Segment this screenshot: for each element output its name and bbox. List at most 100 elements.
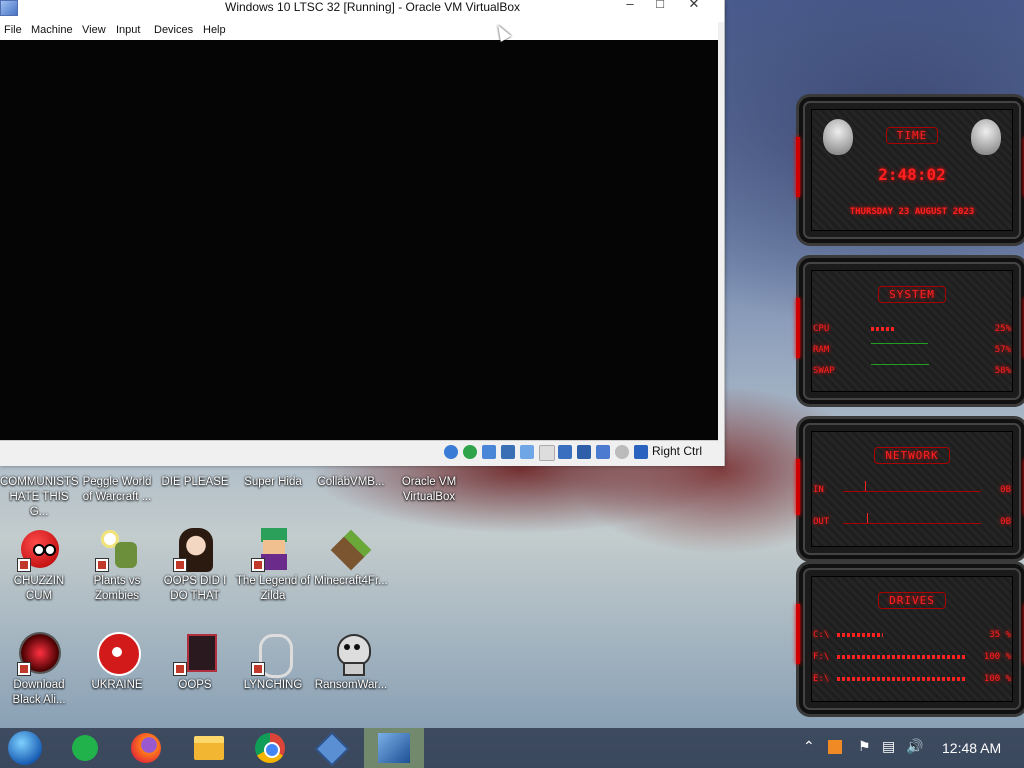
- drive-e-label: E:\: [813, 674, 830, 684]
- mouse-integration-icon[interactable]: [615, 445, 629, 459]
- show-hidden-icons-button[interactable]: ⌃: [803, 738, 815, 755]
- vm-display[interactable]: [0, 40, 718, 440]
- desktop-icon-label: CollabVMB...: [317, 476, 385, 488]
- time-widget: TIME 2:48:02 THURSDAY 23 AUGUST 2023: [796, 94, 1024, 246]
- drive-f-value: 100 %: [983, 652, 1011, 662]
- volume-icon[interactable]: 🔊: [906, 738, 923, 755]
- host-key-icon[interactable]: [634, 445, 648, 459]
- action-center-flag-icon[interactable]: ⚑: [858, 738, 871, 755]
- tray-app-icon[interactable]: [828, 740, 842, 754]
- maximize-button[interactable]: □: [648, 0, 672, 11]
- desktop-icon-label: DIE PLEASE: [161, 476, 229, 488]
- display-icon[interactable]: [558, 445, 572, 459]
- desktop-icon-super-hida[interactable]: Super Hida: [234, 475, 312, 490]
- menu-view[interactable]: View: [82, 24, 106, 36]
- minimize-button[interactable]: –: [618, 0, 642, 11]
- plants-vs-zombies-icon: [95, 528, 139, 572]
- radiation-icon: [95, 632, 141, 676]
- network-widget: NETWORK IN 0B OUT 0B: [796, 416, 1024, 562]
- taskbar-chrome[interactable]: [242, 728, 302, 768]
- taskbar: ⌃ ⚑ ▤ 🔊 12:48 AM: [0, 728, 1024, 768]
- desktop-icon-label: RansomWar...: [314, 679, 388, 691]
- drive-c-bar: [837, 633, 883, 637]
- windows-10-vm-icon: [378, 733, 410, 763]
- virtualbox-icon: [315, 732, 349, 766]
- drive-e-value: 100 %: [983, 674, 1011, 684]
- folder-icon: [194, 736, 224, 760]
- desktop-icon-virtualbox[interactable]: Oracle VM VirtualBox: [390, 475, 468, 505]
- ram-value: 57%: [994, 345, 1011, 355]
- net-out-label: OUT: [813, 517, 830, 527]
- desktop-icon-label: CHUZZIN CUM: [13, 575, 65, 602]
- portrait-icon: [173, 528, 217, 572]
- widget-date: THURSDAY 23 AUGUST 2023: [849, 207, 975, 217]
- desktop-icon-oops[interactable]: OOPS: [156, 632, 234, 693]
- shared-folders-icon[interactable]: [539, 445, 555, 461]
- audio-icon[interactable]: [482, 445, 496, 459]
- desktop-icon-communists[interactable]: COMMUNISTS HATE THIS G...: [0, 475, 79, 520]
- desktop-icon-minecraft[interactable]: Minecraft4Fr...: [312, 528, 390, 589]
- menu-devices[interactable]: Devices: [154, 24, 193, 36]
- ram-bar: [871, 343, 928, 344]
- red-orb-icon: [17, 632, 61, 676]
- swap-value: 58%: [994, 366, 1011, 376]
- drive-c-value: 35 %: [989, 630, 1011, 640]
- taskbar-file-explorer[interactable]: [180, 728, 240, 768]
- ram-label: RAM: [813, 345, 830, 355]
- net-in-label: IN: [813, 485, 824, 495]
- network-icon[interactable]: [501, 445, 515, 459]
- start-button[interactable]: [0, 728, 60, 768]
- desktop-icon-label: Minecraft4Fr...: [314, 575, 388, 587]
- chuzzle-icon: [17, 528, 61, 572]
- desktop-icon-label: COMMUNISTS HATE THIS G...: [0, 476, 79, 518]
- desktop-icon-download-black[interactable]: Download Black Ali...: [0, 632, 78, 708]
- drive-e-bar: [837, 677, 967, 681]
- drive-f-label: F:\: [813, 652, 830, 662]
- system-widget: SYSTEM CPU 25% RAM 57% SWAP 58%: [796, 255, 1024, 407]
- desktop-icon-die-please[interactable]: DIE PLEASE: [156, 475, 234, 490]
- drives-title: DRIVES: [878, 592, 946, 609]
- desktop-icon-label: The Legend of Zilda: [235, 575, 311, 602]
- taskbar-virtualbox[interactable]: [302, 728, 362, 768]
- desktop-icon-oops-did-i[interactable]: OOPS DID I DO THAT: [156, 528, 234, 604]
- drive-c-label: C:\: [813, 630, 830, 640]
- chrome-icon: [255, 733, 285, 763]
- taskbar-firefox[interactable]: [118, 728, 178, 768]
- swap-bar: [871, 364, 929, 365]
- title-bar[interactable]: Windows 10 LTSC 32 [Running] - Oracle VM…: [0, 0, 724, 22]
- menu-machine[interactable]: Machine: [31, 24, 73, 36]
- video-capture-icon[interactable]: [577, 445, 591, 459]
- start-orb-icon: [8, 731, 42, 765]
- hard-disk-icon[interactable]: [444, 445, 458, 459]
- desktop-icon-peggle[interactable]: Peggle World of Warcraft ...: [78, 475, 156, 505]
- system-title: SYSTEM: [878, 286, 946, 303]
- cpu-value: 25%: [994, 324, 1011, 334]
- desktop-icon-lynching[interactable]: LYNCHING: [234, 632, 312, 693]
- desktop-icon-pvz[interactable]: Plants vs Zombies: [78, 528, 156, 604]
- sheets-icon: [72, 735, 98, 761]
- desktop-icon-chuzzin[interactable]: CHUZZIN CUM: [0, 528, 78, 604]
- usb-icon[interactable]: [520, 445, 534, 459]
- menu-help[interactable]: Help: [203, 24, 226, 36]
- taskbar-google-sheets[interactable]: [56, 728, 116, 768]
- close-button[interactable]: ✕: [682, 0, 706, 11]
- window-title: Windows 10 LTSC 32 [Running] - Oracle VM…: [225, 0, 521, 14]
- desktop-icon-ukraine[interactable]: UKRAINE: [78, 632, 156, 693]
- status-bar: Right Ctrl: [0, 440, 718, 463]
- desktop-icon-label: OOPS DID I DO THAT: [163, 575, 227, 602]
- desktop-icon-collabvm[interactable]: CollabVMB...: [312, 475, 390, 490]
- menu-input[interactable]: Input: [116, 24, 140, 36]
- menu-file[interactable]: File: [4, 24, 22, 36]
- taskbar-vm-window[interactable]: [364, 728, 424, 768]
- network-tray-icon[interactable]: ▤: [882, 738, 895, 755]
- desktop-icon-zilda[interactable]: The Legend of Zilda: [234, 528, 312, 604]
- firefox-icon: [131, 733, 161, 763]
- taskbar-clock[interactable]: 12:48 AM: [942, 740, 1001, 756]
- desktop-icon-ransomware[interactable]: RansomWar...: [312, 632, 390, 693]
- swap-label: SWAP: [813, 366, 835, 376]
- desktop-icon-label: OOPS: [178, 679, 212, 691]
- cpu-icon[interactable]: [596, 445, 610, 459]
- dark-app-icon: [173, 632, 217, 676]
- optical-drive-icon[interactable]: [463, 445, 477, 459]
- skull-icon: [329, 632, 373, 676]
